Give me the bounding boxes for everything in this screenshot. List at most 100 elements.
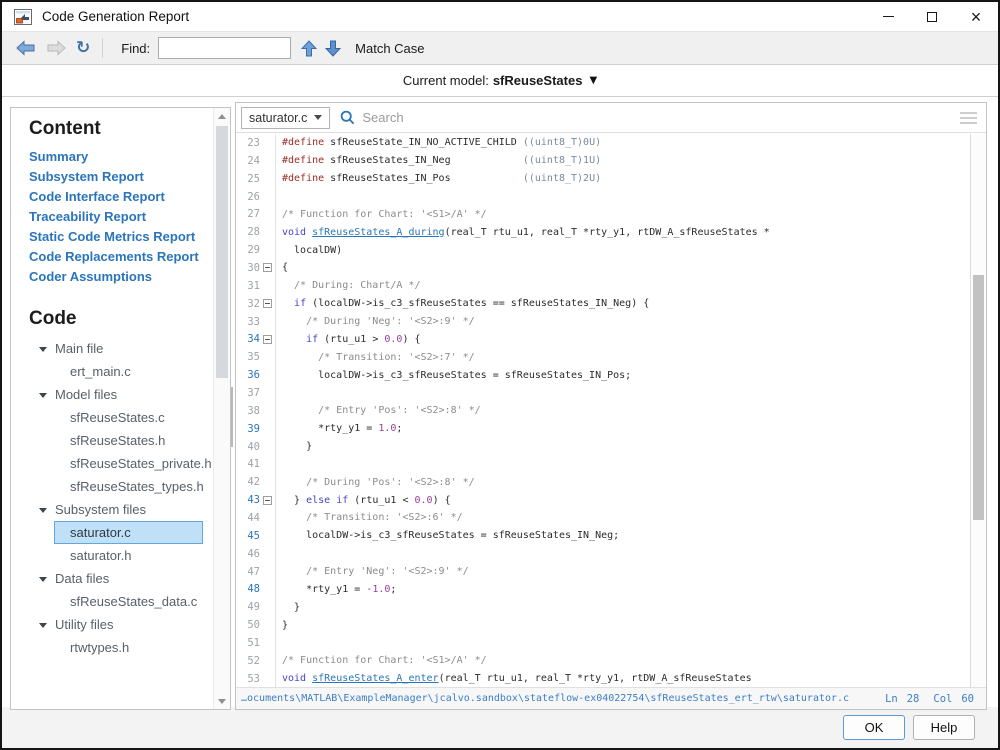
line-number[interactable]: 36 — [236, 369, 260, 381]
tree-group-label: Utility files — [55, 617, 114, 632]
match-case-toggle[interactable]: Match Case — [355, 41, 424, 56]
fold-column[interactable] — [260, 263, 275, 272]
tree-group-model-files[interactable]: Model files — [29, 383, 209, 406]
function-link[interactable]: sfReuseStates_A_enter — [312, 673, 438, 684]
code-toolbar: saturator.c — [236, 103, 986, 133]
code-lines: 23#define sfReuseState_IN_NO_ACTIVE_CHIL… — [236, 134, 970, 687]
sidebar-link-summary[interactable]: Summary — [29, 147, 209, 167]
line-number: 40 — [236, 441, 260, 453]
line-number[interactable]: 43 — [236, 494, 260, 506]
gutter-separator — [275, 455, 276, 473]
tree-group-data-files[interactable]: Data files — [29, 567, 209, 590]
code-generation-report-window: Code Generation Report × ↻ Find: — [0, 0, 1000, 750]
tree-file-rtwtypes-h[interactable]: rtwtypes.h — [54, 636, 203, 659]
window-title: Code Generation Report — [42, 9, 189, 24]
line-number[interactable]: 39 — [236, 423, 260, 435]
scroll-up-icon[interactable] — [214, 108, 230, 124]
find-input[interactable] — [158, 37, 291, 59]
sidebar-link-traceability-report[interactable]: Traceability Report — [29, 207, 209, 227]
fold-column[interactable] — [260, 496, 275, 505]
find-next-button[interactable] — [325, 40, 341, 57]
tree-file-sfreusestates-h[interactable]: sfReuseStates.h — [54, 429, 203, 452]
tree-group-subsystem-files[interactable]: Subsystem files — [29, 498, 209, 521]
panel-splitter-handle[interactable] — [231, 387, 233, 447]
line-number: 44 — [236, 512, 260, 524]
code-line-24: 24#define sfReuseStates_IN_Neg ((uint8_T… — [236, 152, 970, 170]
line-number: 52 — [236, 655, 260, 667]
line-label: Ln — [885, 693, 898, 705]
code-line-47: 47 /* Entry 'Neg': '<S2>:9' */ — [236, 563, 970, 581]
close-button[interactable]: × — [954, 2, 998, 31]
code-line-25: 25#define sfReuseStates_IN_Pos ((uint8_T… — [236, 170, 970, 188]
search-input[interactable] — [362, 110, 952, 125]
line-number: 23 — [236, 137, 260, 149]
file-selector-dropdown[interactable]: saturator.c — [241, 107, 330, 129]
file-path: …ocuments\MATLAB\ExampleManager\jcalvo.s… — [241, 693, 871, 704]
tree-file-sfreusestates-types-h[interactable]: sfReuseStates_types.h — [54, 475, 203, 498]
line-value: 28 — [907, 693, 920, 705]
code-line-48: 48 *rty_y1 = -1.0; — [236, 580, 970, 598]
maximize-button[interactable] — [910, 2, 954, 31]
forward-button[interactable] — [46, 40, 66, 56]
line-number[interactable]: 34 — [236, 333, 260, 345]
minimize-icon — [883, 16, 894, 17]
current-model-name[interactable]: sfReuseStates — [493, 73, 583, 88]
title-bar: Code Generation Report × — [2, 2, 998, 32]
code-heading: Code — [29, 308, 209, 330]
fold-column[interactable] — [260, 335, 275, 344]
sidebar-scrollbar[interactable] — [213, 108, 230, 709]
sidebar-link-static-code-metrics-report[interactable]: Static Code Metrics Report — [29, 227, 209, 247]
ok-button[interactable]: OK — [843, 715, 905, 740]
fold-toggle-icon[interactable] — [263, 299, 272, 308]
content-links: SummarySubsystem ReportCode Interface Re… — [29, 147, 209, 287]
tree-group-label: Subsystem files — [55, 502, 146, 517]
code-scrollbar[interactable] — [970, 134, 986, 687]
refresh-button[interactable]: ↻ — [76, 38, 90, 58]
sidebar-link-code-interface-report[interactable]: Code Interface Report — [29, 187, 209, 207]
sidebar-link-subsystem-report[interactable]: Subsystem Report — [29, 167, 209, 187]
code-scroll-thumb[interactable] — [973, 275, 984, 520]
tree-file-sfreusestates-c[interactable]: sfReuseStates.c — [54, 406, 203, 429]
line-number: 46 — [236, 548, 260, 560]
navigation-sidebar: Content SummarySubsystem ReportCode Inte… — [10, 107, 231, 710]
line-number: 51 — [236, 637, 260, 649]
minimize-button[interactable] — [866, 2, 910, 31]
back-button[interactable] — [16, 40, 36, 56]
sidebar-scroll-thumb[interactable] — [216, 126, 228, 378]
back-arrow-icon — [16, 40, 36, 56]
scroll-down-icon[interactable] — [214, 693, 230, 709]
code-line-34: 34 if (rtu_u1 > 0.0) { — [236, 330, 970, 348]
fold-toggle-icon[interactable] — [263, 263, 272, 272]
code-line-42: 42 /* During 'Pos': '<S2>:8' */ — [236, 473, 970, 491]
help-button[interactable]: Help — [913, 715, 975, 740]
line-number[interactable]: 48 — [236, 583, 260, 595]
sidebar-link-coder-assumptions[interactable]: Coder Assumptions — [29, 267, 209, 287]
fold-toggle-icon[interactable] — [263, 496, 272, 505]
column-value: 60 — [961, 693, 974, 705]
line-number[interactable]: 45 — [236, 530, 260, 542]
menu-icon[interactable] — [960, 112, 977, 124]
fold-column[interactable] — [260, 299, 275, 308]
model-header: Current model: sfReuseStates ▼ — [2, 65, 998, 97]
tree-file-saturator-h[interactable]: saturator.h — [54, 544, 203, 567]
line-number: 25 — [236, 173, 260, 185]
tree-file-ert-main-c[interactable]: ert_main.c — [54, 360, 203, 383]
tree-file-sfreusestates-data-c[interactable]: sfReuseStates_data.c — [54, 590, 203, 613]
chevron-down-icon — [39, 623, 47, 628]
tree-file-saturator-c[interactable]: saturator.c — [54, 521, 203, 544]
search-icon — [340, 110, 355, 125]
chevron-down-icon — [39, 577, 47, 582]
fold-toggle-icon[interactable] — [263, 335, 272, 344]
code-line-38: 38 /* Entry 'Pos': '<S2>:8' */ — [236, 402, 970, 420]
code-view-panel: saturator.c 23#define sfReuseState_IN_NO… — [235, 102, 987, 710]
tree-file-sfreusestates-private-h[interactable]: sfReuseStates_private.h — [54, 452, 203, 475]
model-dropdown-icon[interactable]: ▼ — [589, 75, 597, 86]
function-link[interactable]: sfReuseStates_A_during — [312, 227, 444, 238]
sidebar-link-code-replacements-report[interactable]: Code Replacements Report — [29, 247, 209, 267]
line-number: 29 — [236, 244, 260, 256]
tree-group-main-file[interactable]: Main file — [29, 337, 209, 360]
find-previous-button[interactable] — [301, 40, 317, 57]
line-number: 24 — [236, 155, 260, 167]
status-bar: …ocuments\MATLAB\ExampleManager\jcalvo.s… — [236, 687, 986, 709]
tree-group-utility-files[interactable]: Utility files — [29, 613, 209, 636]
